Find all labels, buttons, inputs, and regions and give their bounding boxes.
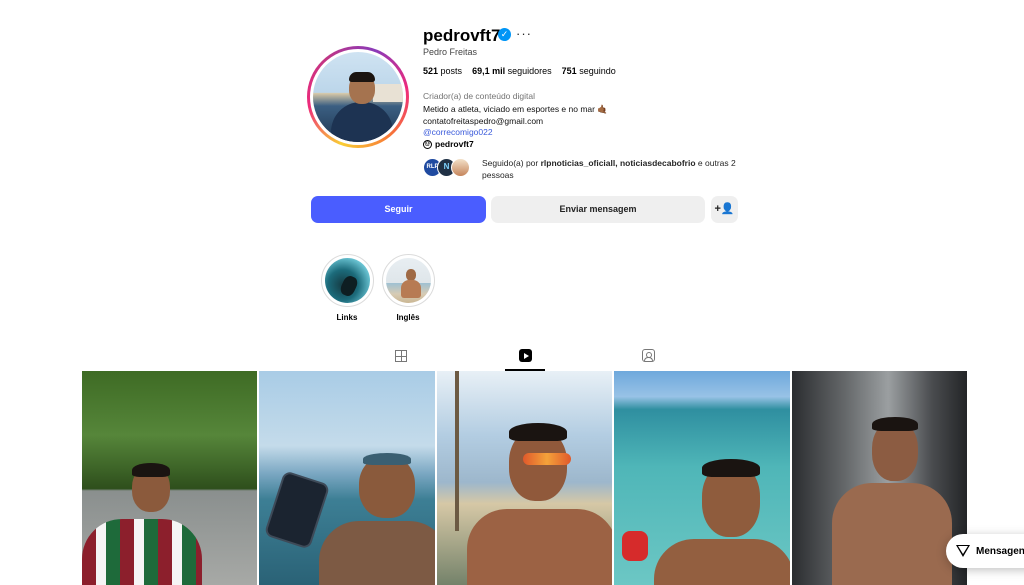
tab-posts[interactable] xyxy=(381,348,421,370)
avatar-hair xyxy=(349,72,375,82)
reel-thumbnail[interactable] xyxy=(436,371,613,585)
following-label: seguindo xyxy=(579,66,616,76)
following-count: 751 xyxy=(561,66,577,76)
reel-person-hair xyxy=(871,417,918,431)
followed-by-avatars[interactable]: RLP N xyxy=(423,158,479,178)
reel-person-body xyxy=(319,521,435,585)
threads-icon: @ xyxy=(423,139,432,149)
add-person-icon[interactable]: +👤 xyxy=(711,196,738,223)
tagged-icon xyxy=(641,349,655,362)
posts-stat: 521 posts xyxy=(423,66,462,76)
bio-email: contatofreitaspedro@gmail.com xyxy=(423,115,544,126)
avatar-torso xyxy=(331,102,393,142)
followed-by-prefix: Seguido(a) por xyxy=(482,158,539,168)
reel-person-hair xyxy=(702,459,761,477)
highlight-ring xyxy=(381,254,435,307)
highlight-cover xyxy=(385,258,431,303)
highlight-label: Inglês xyxy=(396,313,420,322)
profile-avatar[interactable] xyxy=(307,46,409,148)
reel-person-body xyxy=(654,539,790,585)
reel-person-hair xyxy=(508,423,567,441)
send-icon xyxy=(956,544,970,558)
reel-person-head xyxy=(359,456,416,518)
send-message-button[interactable]: Enviar mensagem xyxy=(491,196,705,223)
highlight-ingles[interactable]: Inglês xyxy=(381,254,435,322)
posts-count: 521 xyxy=(423,66,439,76)
reel-thumbnail[interactable] xyxy=(259,371,435,585)
reel-person-hair xyxy=(132,463,170,477)
follower-avatar xyxy=(451,158,470,177)
followers-label: seguidores xyxy=(507,66,552,76)
full-name: Pedro Freitas xyxy=(423,47,478,57)
bio-mention-link[interactable]: @correcomigo022 xyxy=(423,127,608,139)
messages-label: Mensagens xyxy=(976,545,1024,557)
followed-by-users: rlpnoticias_oficiall, noticiasdecabofrio xyxy=(540,158,696,168)
profile-bio: Metido a atleta, viciado em esportes e n… xyxy=(423,104,608,139)
tab-reels[interactable] xyxy=(505,348,545,371)
followed-by-text[interactable]: Seguido(a) por rlpnoticias_oficiall, not… xyxy=(482,158,752,181)
reel-pole xyxy=(454,371,459,531)
messages-button[interactable]: Mensagens xyxy=(946,534,1024,568)
highlight-label: Links xyxy=(336,313,358,322)
grid-icon xyxy=(395,350,407,362)
avatar-image xyxy=(313,52,403,142)
followers-count: 69,1 mil xyxy=(472,66,506,76)
profile-stats: 521 posts 69,1 mil seguidores 751 seguin… xyxy=(423,66,616,76)
reel-person-body xyxy=(82,519,202,585)
threads-link[interactable]: @ pedrovft7 xyxy=(423,139,474,149)
tab-tagged[interactable] xyxy=(628,348,668,370)
reel-thumbnail[interactable] xyxy=(791,371,968,585)
reel-sunglasses xyxy=(522,453,571,465)
reel-thumbnail[interactable] xyxy=(614,371,790,585)
reel-phone xyxy=(264,470,331,550)
reels-grid xyxy=(82,371,968,585)
posts-label: posts xyxy=(440,66,463,76)
reel-person-body xyxy=(831,483,952,585)
threads-handle: pedrovft7 xyxy=(435,139,474,149)
verified-check-icon: ✓ xyxy=(498,28,511,41)
reel-glove xyxy=(622,531,649,561)
profile-category: Criador(a) de conteúdo digital xyxy=(423,91,535,101)
follow-button[interactable]: Seguir xyxy=(311,196,486,223)
following-stat[interactable]: 751 seguindo xyxy=(562,66,616,76)
reels-icon xyxy=(518,349,532,362)
username: pedrovft7 xyxy=(423,26,501,45)
highlight-ring xyxy=(320,254,374,307)
reel-thumbnail[interactable] xyxy=(82,371,258,585)
avatar-border xyxy=(310,49,406,145)
reel-person-goggles xyxy=(363,453,412,465)
reel-person-body xyxy=(466,509,613,585)
more-options-icon[interactable]: ··· xyxy=(516,26,532,41)
bio-line: Metido a atleta, viciado em esportes e n… xyxy=(423,104,608,114)
avatar-background-house xyxy=(373,84,403,102)
followers-stat[interactable]: 69,1 mil seguidores xyxy=(472,66,552,76)
highlight-cover xyxy=(324,258,370,303)
highlight-links[interactable]: Links xyxy=(320,254,374,322)
